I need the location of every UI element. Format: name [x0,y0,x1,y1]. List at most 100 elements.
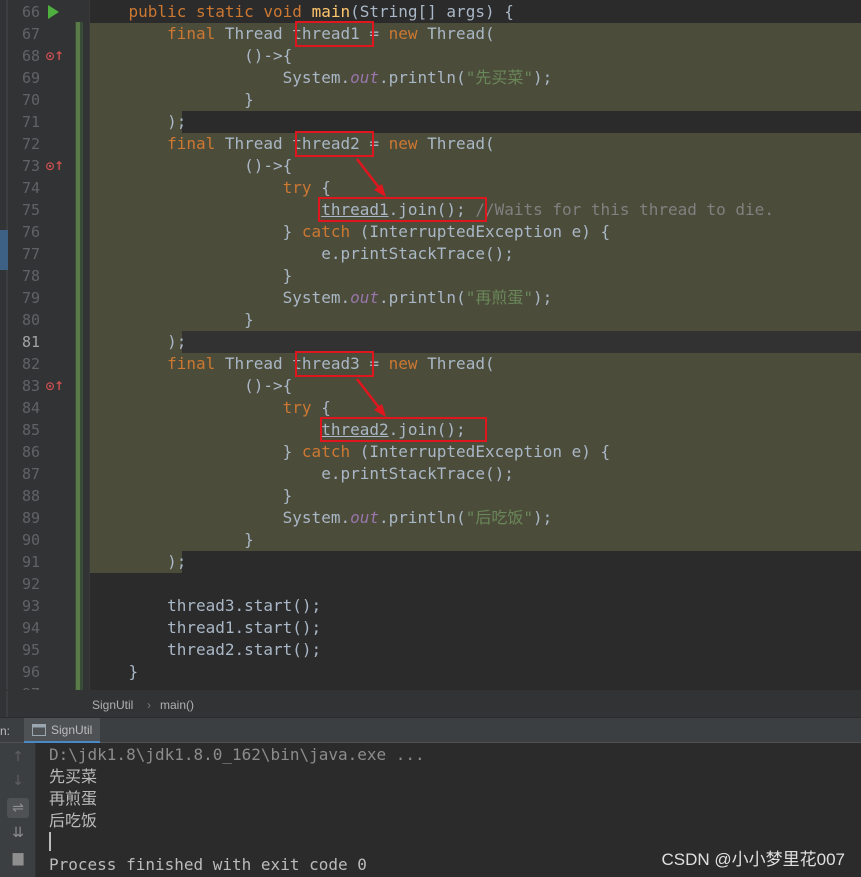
line-number[interactable]: 89 [0,507,40,529]
code-text[interactable]: System.out.println("后吃饭"); [90,507,861,529]
line-number[interactable]: 82 [0,353,40,375]
code-line[interactable]: 91 ); [0,551,861,573]
line-number[interactable]: 68 [0,45,40,67]
code-text[interactable]: e.printStackTrace(); [90,243,861,265]
line-number[interactable]: 72 [0,133,40,155]
line-number[interactable]: 90 [0,529,40,551]
line-number[interactable]: 69 [0,67,40,89]
code-line[interactable]: 68 ⊙↑ ()->{ [0,45,861,67]
line-number[interactable]: 96 [0,661,40,683]
line-number[interactable]: 85 [0,419,40,441]
code-text[interactable]: thread2.join(); [90,419,861,441]
code-text[interactable]: } [90,309,861,331]
code-text[interactable]: final Thread thread3 = new Thread( [90,353,861,375]
code-text[interactable]: } [90,661,861,683]
code-text[interactable]: ()->{ [90,155,861,177]
code-line[interactable]: 75 thread1.join(); //Waits for this thre… [0,199,861,221]
line-number[interactable]: 87 [0,463,40,485]
code-text[interactable]: thread1.start(); [90,617,861,639]
code-text[interactable] [90,683,861,690]
code-text[interactable]: } [90,485,861,507]
line-number[interactable]: 66 [0,1,40,23]
code-line[interactable]: 89 System.out.println("后吃饭"); [0,507,861,529]
breadcrumb-method[interactable]: main() [160,698,194,712]
override-method-icon[interactable]: ⊙↑ [45,158,67,174]
scroll-up-icon[interactable]: ↑ [7,747,29,767]
code-line[interactable]: 82 final Thread thread3 = new Thread( [0,353,861,375]
code-text[interactable]: System.out.println("再煎蛋"); [90,287,861,309]
code-line[interactable]: 80 } [0,309,861,331]
code-text[interactable]: ()->{ [90,375,861,397]
code-line[interactable]: 96 } [0,661,861,683]
line-number[interactable]: 70 [0,89,40,111]
code-text[interactable]: thread2.start(); [90,639,861,661]
line-number[interactable]: 76 [0,221,40,243]
code-text[interactable]: ); [90,111,861,133]
code-text[interactable]: } [90,529,861,551]
line-number[interactable]: 74 [0,177,40,199]
line-number[interactable]: 93 [0,595,40,617]
code-text[interactable]: thread1.join(); //Waits for this thread … [90,199,861,221]
code-text[interactable]: ); [90,551,861,573]
code-line[interactable]: 73 ⊙↑ ()->{ [0,155,861,177]
code-text[interactable]: final Thread thread2 = new Thread( [90,133,861,155]
line-number[interactable]: 78 [0,265,40,287]
line-number[interactable]: 67 [0,23,40,45]
code-line[interactable]: 95 thread2.start(); [0,639,861,661]
line-number[interactable]: 81 [0,331,40,353]
code-text[interactable]: } [90,265,861,287]
code-line[interactable]: 83 ⊙↑ ()->{ [0,375,861,397]
line-number[interactable]: 97 [0,683,40,690]
line-number[interactable]: 77 [0,243,40,265]
code-line[interactable]: 70 } [0,89,861,111]
code-line[interactable]: 85 thread2.join(); [0,419,861,441]
code-text[interactable]: public static void main(String[] args) { [90,1,861,23]
code-text[interactable]: } catch (InterruptedException e) { [90,441,861,463]
line-number[interactable]: 80 [0,309,40,331]
line-number[interactable]: 71 [0,111,40,133]
code-line[interactable]: 69 System.out.println("先买菜"); [0,67,861,89]
override-method-icon[interactable]: ⊙↑ [45,48,67,64]
line-number[interactable]: 75 [0,199,40,221]
code-line[interactable]: 78 } [0,265,861,287]
line-number[interactable]: 79 [0,287,40,309]
code-line[interactable]: 94 thread1.start(); [0,617,861,639]
code-text[interactable]: thread3.start(); [90,595,861,617]
soft-wrap-icon[interactable]: ⇌ [7,798,29,818]
code-line[interactable]: 93 thread3.start(); [0,595,861,617]
code-line[interactable]: 67 final Thread thread1 = new Thread( [0,23,861,45]
scroll-down-icon[interactable]: ↓ [7,771,29,791]
code-line[interactable]: 74 try { [0,177,861,199]
code-line[interactable]: 84 try { [0,397,861,419]
line-number[interactable]: 73 [0,155,40,177]
code-text[interactable]: try { [90,177,861,199]
line-number[interactable]: 95 [0,639,40,661]
scroll-to-end-icon[interactable]: ⇊ [7,823,29,843]
code-text[interactable]: e.printStackTrace(); [90,463,861,485]
code-line[interactable]: 71 ); [0,111,861,133]
code-line[interactable]: 76 } catch (InterruptedException e) { [0,221,861,243]
code-line[interactable]: 79 System.out.println("再煎蛋"); [0,287,861,309]
code-line[interactable]: 97 [0,683,861,690]
line-number[interactable]: 88 [0,485,40,507]
line-number[interactable]: 86 [0,441,40,463]
line-number[interactable]: 91 [0,551,40,573]
print-icon[interactable]: ▆ [7,848,29,868]
line-number[interactable]: 83 [0,375,40,397]
code-text[interactable]: ()->{ [90,45,861,67]
code-text[interactable]: try { [90,397,861,419]
code-line[interactable]: 77 e.printStackTrace(); [0,243,861,265]
code-text[interactable]: System.out.println("先买菜"); [90,67,861,89]
code-line[interactable]: 88 } [0,485,861,507]
code-line[interactable]: 87 e.printStackTrace(); [0,463,861,485]
code-line[interactable]: 92 [0,573,861,595]
code-text[interactable]: } [90,89,861,111]
code-line[interactable]: 72 final Thread thread2 = new Thread( [0,133,861,155]
code-text[interactable]: ); [90,331,861,353]
breadcrumb-file[interactable]: SignUtil [92,698,133,712]
code-line[interactable]: 66 public static void main(String[] args… [0,1,861,23]
code-line[interactable]: 86 } catch (InterruptedException e) { [0,441,861,463]
run-tab-signutil[interactable]: SignUtil [24,718,101,744]
code-editor[interactable]: 66 public static void main(String[] args… [0,0,861,690]
code-line[interactable]: 81 ); [0,331,861,353]
